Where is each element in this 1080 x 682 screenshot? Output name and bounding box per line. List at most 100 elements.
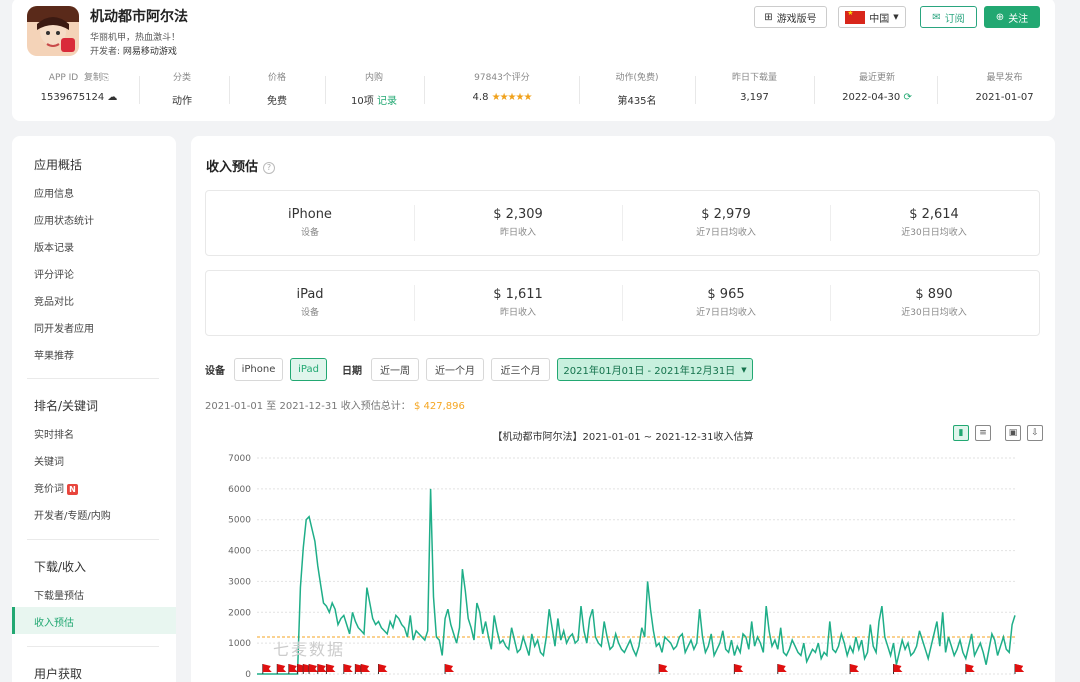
sidebar-item-bid-words[interactable]: 竞价词 N: [34, 480, 78, 495]
stat-iap-value: 10项: [351, 96, 374, 107]
event-flag-icon: [276, 664, 287, 674]
developer-name[interactable]: 网易移动游戏: [123, 47, 177, 57]
range-month-button[interactable]: 近一个月: [426, 358, 484, 381]
range-quarter-button[interactable]: 近三个月: [491, 358, 550, 381]
follow-button[interactable]: ⊕ 关注: [984, 6, 1040, 28]
refresh-icon[interactable]: ⟳: [903, 92, 911, 103]
event-flag-icon: [325, 664, 336, 674]
game-license-button[interactable]: ⊞ 游戏版号: [754, 6, 827, 28]
sidebar-group-user-acquisition[interactable]: 用户获取: [34, 665, 82, 682]
event-flag-icon: [360, 664, 371, 674]
sidebar-divider: [27, 378, 159, 379]
metric-label: 近7日日均收入: [696, 308, 756, 318]
stat-last-update: 最近更新 2022-04-30 ⟳: [827, 70, 927, 110]
y-tick-label: 2000: [228, 608, 251, 618]
metric-value: $ 2,979: [701, 207, 751, 222]
metric-value: $ 1,611: [493, 287, 543, 302]
stat-rank: 动作(免费) 第435名: [592, 70, 682, 110]
app-icon: [27, 6, 79, 56]
bar-chart-icon[interactable]: ▮: [953, 425, 969, 441]
divider: [139, 76, 140, 104]
stat-last-update-key: 最近更新: [858, 73, 895, 83]
event-flag-icon: [288, 664, 298, 674]
divider: [937, 76, 938, 104]
event-flag-icon: [892, 664, 903, 674]
date-range-value: 2021年01月01日 - 2021年12月31日: [563, 366, 736, 377]
y-axis-ticks: 0 1000 2000 3000 4000 5000 6000 7000: [228, 454, 251, 680]
date-filter-text: 日期: [342, 365, 362, 377]
china-flag-icon: [845, 9, 866, 24]
sidebar: 应用概括 应用信息 应用状态统计 版本记录 评分评论 竞品对比 同开发者应用 苹…: [12, 136, 176, 682]
device-filter-label: 设备: [205, 358, 225, 380]
sidebar-item-developer-topic-iap[interactable]: 开发者/专题/内购: [34, 507, 111, 522]
event-flag-icon: [378, 664, 388, 674]
stat-last-update-value: 2022-04-30: [842, 92, 901, 103]
iphone-30day: $ 2,614 近30日日均收入: [830, 191, 1038, 255]
image-icon[interactable]: ▣: [1005, 425, 1021, 441]
y-tick-label: 4000: [228, 547, 251, 557]
download-icon[interactable]: ⇩: [1027, 425, 1043, 441]
stat-rating-value: 4.8: [472, 92, 489, 103]
stat-downloads: 昨日下载量 3,197: [712, 70, 797, 110]
range-week-button[interactable]: 近一周: [371, 358, 419, 381]
event-flag-icon: [444, 664, 455, 674]
copy-link[interactable]: 复制: [84, 73, 102, 83]
date-filter-label: 日期: [342, 358, 362, 380]
developer-label: 开发者:: [90, 47, 121, 57]
metric-label: 近30日日均收入: [901, 228, 967, 238]
sidebar-item-realtime-rank[interactable]: 实时排名: [34, 426, 74, 441]
country-select[interactable]: 中国 ▼: [838, 6, 906, 28]
event-flag-icon: [965, 664, 975, 674]
app-slogan: 华丽机甲，热血激斗！: [90, 33, 181, 43]
page-title: 收入预估?: [206, 156, 276, 175]
event-flag-icon: [317, 664, 327, 674]
list-icon[interactable]: ≡: [975, 425, 991, 441]
sidebar-item-app-info[interactable]: 应用信息: [34, 185, 74, 200]
device-ipad-button[interactable]: iPad: [290, 358, 327, 381]
copy-icon[interactable]: ⎘: [102, 73, 109, 83]
sidebar-item-competitors[interactable]: 竞品对比: [34, 293, 74, 308]
stat-price: 价格 免费: [237, 70, 317, 110]
metric-label: 昨日收入: [499, 228, 536, 238]
sidebar-group-downloads-revenue[interactable]: 下载/收入: [34, 558, 86, 575]
sidebar-item-reviews[interactable]: 评分评论: [34, 266, 74, 281]
stat-rank-key: 动作(免费): [615, 73, 659, 83]
event-flag-icon: [849, 664, 860, 674]
sidebar-item-app-status[interactable]: 应用状态统计: [34, 212, 94, 227]
y-tick-label: 3000: [228, 577, 251, 587]
revenue-panel: 收入预估? iPhone 设备 $ 2,309 昨日收入 $ 2,979 近7日…: [191, 136, 1055, 682]
iap-record-link[interactable]: 记录: [377, 96, 397, 107]
sidebar-active-indicator: [12, 607, 15, 634]
subscribe-label: 订阅: [944, 13, 965, 25]
revenue-total: 2021-01-01 至 2021-12-31 收入预估总计： $ 427,89…: [205, 397, 465, 412]
ipad-summary: iPad 设备 $ 1,611 昨日收入 $ 965 近7日日均收入 $ 890…: [205, 270, 1040, 336]
stat-rating-key: 97843个评分: [474, 73, 530, 83]
device-iphone-button[interactable]: iPhone: [234, 358, 283, 381]
caret-down-icon: ▼: [741, 365, 747, 374]
stat-app-id: APP ID 复制⎘ 1539675124 ☁: [34, 70, 124, 110]
country-label: 中国: [869, 13, 890, 25]
sidebar-item-same-developer[interactable]: 同开发者应用: [34, 320, 94, 335]
sidebar-group-overview[interactable]: 应用概括: [34, 156, 82, 173]
sidebar-item-keywords[interactable]: 关键词: [34, 453, 64, 468]
date-range-picker[interactable]: 2021年01月01日 - 2021年12月31日 ▼: [557, 358, 753, 381]
sidebar-item-revenue-estimate[interactable]: 收入预估: [34, 614, 74, 629]
iphone-device-cell: iPhone 设备: [206, 191, 414, 255]
gamepad-icon: ⊞: [764, 11, 773, 23]
help-icon[interactable]: ?: [263, 162, 276, 174]
ipad-device-cell: iPad 设备: [206, 271, 414, 335]
plus-icon: ⊕: [995, 11, 1005, 23]
y-tick-label: 5000: [228, 516, 251, 526]
cloud-download-icon[interactable]: ☁: [107, 92, 117, 103]
divider: [229, 76, 230, 104]
subscribe-button[interactable]: ✉ 订阅: [920, 6, 977, 28]
sidebar-item-download-estimate[interactable]: 下载量预估: [34, 587, 84, 602]
page-title-text: 收入预估: [206, 160, 259, 175]
sidebar-group-ranking[interactable]: 排名/关键词: [34, 397, 98, 414]
sidebar-item-versions[interactable]: 版本记录: [34, 239, 74, 254]
stat-rating: 97843个评分 4.8 ★★★★★: [432, 70, 572, 110]
sidebar-item-apple-recommend[interactable]: 苹果推荐: [34, 347, 74, 362]
metric-label: 昨日收入: [499, 308, 536, 318]
stat-price-key: 价格: [267, 73, 286, 83]
total-text: 2021-01-01 至 2021-12-31 收入预估总计：: [205, 401, 411, 412]
